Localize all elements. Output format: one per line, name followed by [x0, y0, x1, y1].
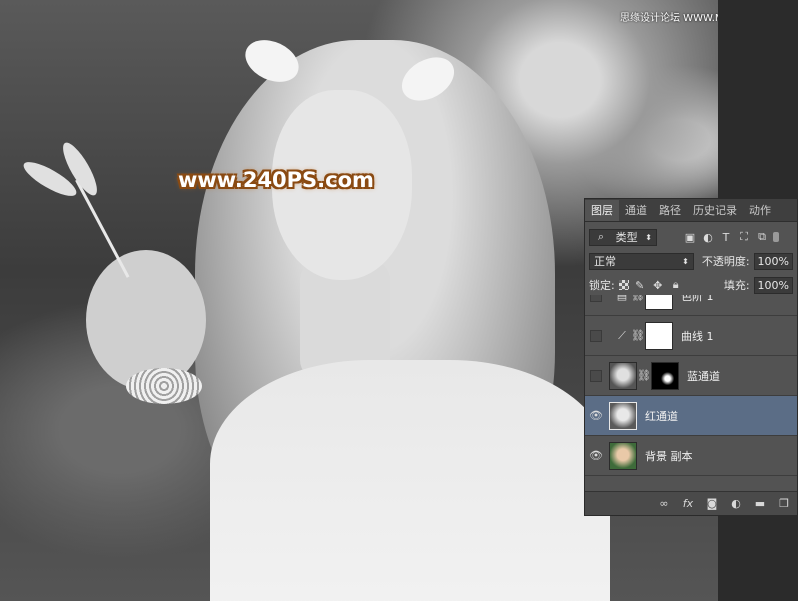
- lock-paint-brush-icon[interactable]: ✎: [633, 278, 647, 292]
- link-icon: ⛓: [637, 369, 651, 382]
- search-icon: ⌕: [597, 230, 605, 243]
- layer-thumbnail: [609, 361, 637, 390]
- tab-actions[interactable]: 动作: [743, 200, 777, 221]
- layer-curves-1[interactable]: ⟋ ⛓ 曲线 1: [585, 316, 797, 356]
- eye-icon[interactable]: 👁︎: [589, 409, 603, 423]
- visibility-toggle[interactable]: [590, 295, 602, 302]
- opacity-label: 不透明度:: [701, 255, 750, 268]
- photo-plant: [19, 138, 130, 278]
- layer-red-channel[interactable]: 👁︎ 红通道: [585, 396, 797, 436]
- lock-position-move-icon[interactable]: ✥: [651, 278, 665, 292]
- smart-object-filter-icon[interactable]: ⧉: [755, 230, 769, 244]
- eye-icon[interactable]: 👁︎: [589, 449, 603, 463]
- text-filter-icon[interactable]: T: [719, 230, 733, 244]
- layer-name: 蓝通道: [687, 369, 720, 383]
- adjustment-filter-icon[interactable]: ◐: [701, 230, 715, 244]
- adjustment-layer-icon[interactable]: ◐: [729, 497, 743, 511]
- layer-blue-channel[interactable]: ⛓ 蓝通道: [585, 356, 797, 396]
- lock-transparent-icon[interactable]: [618, 280, 629, 290]
- filter-type-label: 类型: [615, 231, 638, 244]
- layer-mask-thumbnail: [645, 295, 673, 310]
- link-layers-icon[interactable]: ∞: [657, 497, 671, 511]
- tab-history[interactable]: 历史记录: [687, 200, 743, 221]
- lock-all-padlock-icon[interactable]: 🔒︎: [669, 278, 683, 292]
- filter-type-dropdown[interactable]: ⌕ 类型 ⬍: [589, 228, 657, 246]
- layer-name: 红通道: [645, 409, 678, 423]
- link-icon: ⛓: [631, 295, 645, 302]
- visibility-toggle[interactable]: [590, 329, 602, 342]
- fx-icon[interactable]: fx: [681, 497, 695, 511]
- levels-adjustment-icon: ▤: [616, 295, 628, 302]
- filter-row: ⌕ 类型 ⬍ ▣ ◐ T ⛶ ⧉: [585, 225, 797, 249]
- opacity-value: 100%: [757, 254, 789, 268]
- layer-name: 曲线 1: [681, 329, 714, 343]
- panel-tabs: 图层 通道 路径 历史记录 动作: [585, 199, 797, 222]
- layers-panel: 图层 通道 路径 历史记录 动作 ⌕ 类型 ⬍ ▣ ◐ T ⛶ ⧉ 正常 ⬍ 不…: [584, 198, 798, 516]
- chevron-updown-icon: ⬍: [645, 232, 652, 242]
- tab-channels[interactable]: 通道: [619, 200, 653, 221]
- layer-background-copy[interactable]: 👁︎ 背景 副本: [585, 436, 797, 476]
- new-group-folder-icon[interactable]: ▬: [753, 497, 767, 511]
- layer-mask-thumbnail: [651, 361, 679, 390]
- curves-adjustment-icon: ⟋: [618, 328, 626, 342]
- fill-label: 填充:: [723, 279, 750, 292]
- layer-thumbnail: [609, 441, 637, 470]
- image-filter-icon[interactable]: ▣: [683, 230, 697, 244]
- lock-row: 锁定: ✎ ✥ 🔒︎ 填充: 100%: [585, 273, 797, 297]
- blend-mode-value: 正常: [594, 255, 616, 268]
- add-mask-icon[interactable]: ◙: [705, 497, 719, 511]
- watermark-top: 思缘设计论坛 WWW.MISSYUAN.COM: [620, 13, 718, 24]
- tab-layers[interactable]: 图层: [585, 200, 619, 221]
- layer-levels-1[interactable]: ▤ ⛓ 色阶 1: [585, 295, 797, 316]
- photo-dress: [210, 360, 610, 601]
- layer-name: 色阶 1: [681, 295, 714, 303]
- filter-toggle-icon[interactable]: [773, 232, 779, 242]
- fill-value: 100%: [757, 278, 789, 292]
- chevron-updown-icon: ⬍: [682, 256, 689, 266]
- opacity-input[interactable]: 100%: [753, 252, 793, 270]
- link-icon: ⛓: [631, 329, 645, 342]
- photo-bracelet: [126, 368, 202, 404]
- blend-row: 正常 ⬍ 不透明度: 100%: [585, 249, 797, 273]
- shape-filter-icon[interactable]: ⛶: [737, 230, 751, 244]
- panel-footer: ∞ fx ◙ ◐ ▬ ❐: [585, 491, 797, 515]
- fill-input[interactable]: 100%: [753, 276, 793, 294]
- watermark-center: www.240PS.com: [178, 168, 374, 192]
- lock-label: 锁定:: [589, 279, 615, 292]
- new-layer-icon[interactable]: ❐: [777, 497, 791, 511]
- visibility-toggle[interactable]: [590, 369, 602, 382]
- layer-mask-thumbnail: [645, 321, 673, 350]
- layer-list[interactable]: ▤ ⛓ 色阶 1 ⟋ ⛓ 曲线 1 ⛓ 蓝通道 👁︎ 红通道 👁︎ 背景 副本: [585, 295, 797, 491]
- layer-thumbnail: [609, 401, 637, 430]
- tab-paths[interactable]: 路径: [653, 200, 687, 221]
- blend-mode-dropdown[interactable]: 正常 ⬍: [589, 252, 694, 270]
- plant-stem: [75, 179, 130, 278]
- layer-name: 背景 副本: [645, 449, 693, 463]
